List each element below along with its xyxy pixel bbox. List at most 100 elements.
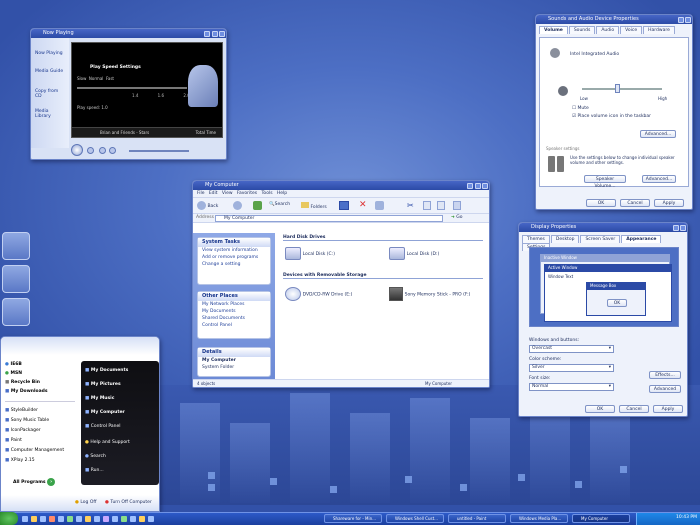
menu-edit[interactable]: Edit (209, 191, 218, 196)
menu-file[interactable]: File (197, 191, 205, 196)
ok-button[interactable]: OK (586, 199, 616, 207)
quick-launch-icon[interactable] (130, 516, 136, 522)
quick-launch-icon[interactable] (31, 516, 37, 522)
quick-launch-icon[interactable] (103, 516, 109, 522)
quick-launch-icon[interactable] (112, 516, 118, 522)
tab-themes[interactable]: Themes (522, 235, 550, 243)
cut-icon[interactable]: ✂ (407, 201, 414, 210)
pinned-msn[interactable]: ● MSN (1, 370, 26, 377)
quick-launch-icon[interactable] (49, 516, 55, 522)
start-my-documents[interactable]: ■ My Documents (81, 367, 132, 374)
start-help[interactable]: ● Help and Support (81, 439, 134, 446)
recent-program[interactable]: ■ Computer Management (1, 447, 68, 454)
color-scheme-select[interactable]: Silver ▾ (529, 364, 614, 372)
start-search[interactable]: ● Search (81, 453, 110, 460)
dock-icon[interactable] (2, 265, 30, 293)
place-network[interactable]: My Network Places (198, 301, 270, 308)
speaker-advanced-button[interactable]: Advanced... (642, 175, 676, 183)
menu-tools[interactable]: Tools (261, 191, 272, 196)
place-shared-documents[interactable]: Shared Documents (198, 315, 270, 322)
recent-program[interactable]: ■ IconPackager (1, 427, 45, 434)
task-add-remove[interactable]: Add or remove programs (198, 254, 270, 261)
dvd-drive[interactable]: DVD/CD-RW Drive (E:) (285, 287, 352, 301)
tab-hardware[interactable]: Hardware (643, 26, 675, 34)
volume-slider[interactable] (582, 88, 662, 90)
place-icon-checkbox[interactable]: ☑ Place volume icon in the taskbar (572, 114, 651, 119)
quick-launch-icon[interactable] (22, 516, 28, 522)
maximize-button[interactable] (212, 30, 218, 37)
properties-icon[interactable] (453, 201, 461, 210)
speed-slider[interactable] (77, 87, 187, 89)
sound-titlebar[interactable]: Sounds and Audio Device Properties (536, 15, 692, 24)
close-button[interactable] (685, 16, 691, 23)
disk-c[interactable]: Local Disk (C:) (285, 247, 335, 260)
font-size-select[interactable]: Normal ▾ (529, 383, 614, 391)
all-programs[interactable]: All Programs › (9, 477, 59, 487)
speed-normal[interactable]: Normal (89, 76, 103, 81)
start-control-panel[interactable]: ■ Control Panel (81, 423, 125, 430)
menu-view[interactable]: View (222, 191, 233, 196)
menu-favorites[interactable]: Favorites (237, 191, 257, 196)
recent-program[interactable]: ■ Paint (1, 437, 26, 444)
tab-appearance[interactable]: Appearance (621, 235, 662, 243)
copy-icon[interactable] (423, 201, 431, 210)
start-my-pictures[interactable]: ■ My Pictures (81, 381, 125, 388)
pinned-ie[interactable]: ● IE6B (1, 361, 26, 368)
paste-icon[interactable] (437, 201, 445, 210)
minimize-button[interactable] (467, 182, 473, 189)
play-button[interactable] (71, 144, 83, 156)
start-my-computer[interactable]: ■ My Computer (81, 409, 129, 416)
close-button[interactable] (219, 30, 225, 37)
mute-checkbox[interactable]: ☐ Mute (572, 106, 589, 111)
quick-launch-icon[interactable] (40, 516, 46, 522)
speed-fast[interactable]: Fast (106, 76, 114, 81)
views-icon[interactable] (339, 201, 349, 210)
tab-desktop[interactable]: Desktop (550, 235, 580, 243)
volume-thumb[interactable] (615, 84, 620, 93)
next-button[interactable] (109, 147, 116, 154)
undo-icon[interactable] (375, 201, 384, 210)
quick-launch-icon[interactable] (121, 516, 127, 522)
tab-voice[interactable]: Voice (620, 26, 643, 34)
task-change-setting[interactable]: Change a setting (198, 261, 270, 268)
dock-icon[interactable] (2, 232, 30, 260)
ok-button[interactable]: OK (585, 405, 615, 413)
system-tasks-header[interactable]: System Tasks (198, 238, 270, 247)
advanced-volume-button[interactable]: Advanced... (640, 130, 676, 138)
turn-off-button[interactable]: ● Turn Off Computer (105, 500, 152, 505)
details-header[interactable]: Details (198, 348, 270, 357)
taskbar-button[interactable]: My Computer (572, 514, 630, 523)
forward-arrow-icon[interactable] (233, 201, 242, 210)
speaker-volume-button[interactable]: Speaker Volume... (584, 175, 626, 189)
speed-slow[interactable]: Slow (77, 76, 86, 81)
nav-now-playing[interactable]: Now Playing (31, 50, 67, 57)
nav-copy-from-cd[interactable]: Copy from CD (31, 88, 69, 100)
recent-program[interactable]: ■ Sony Music Table (1, 417, 53, 424)
tab-volume[interactable]: Volume (539, 26, 568, 34)
effects-button[interactable]: Effects... (649, 371, 681, 379)
minimize-button[interactable] (204, 30, 210, 37)
place-my-documents[interactable]: My Documents (198, 308, 270, 315)
tab-audio[interactable]: Audio (596, 26, 620, 34)
media-player-titlebar[interactable]: Now Playing (31, 29, 226, 38)
apply-button[interactable]: Apply (654, 199, 684, 207)
go-button[interactable]: ➜ Go (451, 215, 462, 220)
quick-launch-icon[interactable] (76, 516, 82, 522)
folders-button[interactable]: Folders (301, 202, 327, 210)
windows-buttons-select[interactable]: Overcast ▾ (529, 345, 614, 353)
display-titlebar[interactable]: Display Properties (519, 223, 687, 232)
stop-button[interactable] (87, 147, 94, 154)
disk-d[interactable]: Local Disk (D:) (389, 247, 439, 260)
start-my-music[interactable]: ■ My Music (81, 395, 118, 402)
volume-slider[interactable] (129, 150, 189, 152)
other-places-header[interactable]: Other Places (198, 292, 270, 301)
prev-button[interactable] (99, 147, 106, 154)
recent-program[interactable]: ■ XPlay 2.15 (1, 457, 39, 464)
search-button[interactable]: 🔍Search (269, 202, 290, 207)
nav-media-guide[interactable]: Media Guide (31, 68, 67, 75)
pinned-downloads[interactable]: ■ My Downloads (1, 388, 52, 395)
place-control-panel[interactable]: Control Panel (198, 322, 270, 329)
quick-launch-icon[interactable] (148, 516, 154, 522)
help-button[interactable] (678, 16, 684, 23)
address-field[interactable]: My Computer (215, 215, 443, 222)
